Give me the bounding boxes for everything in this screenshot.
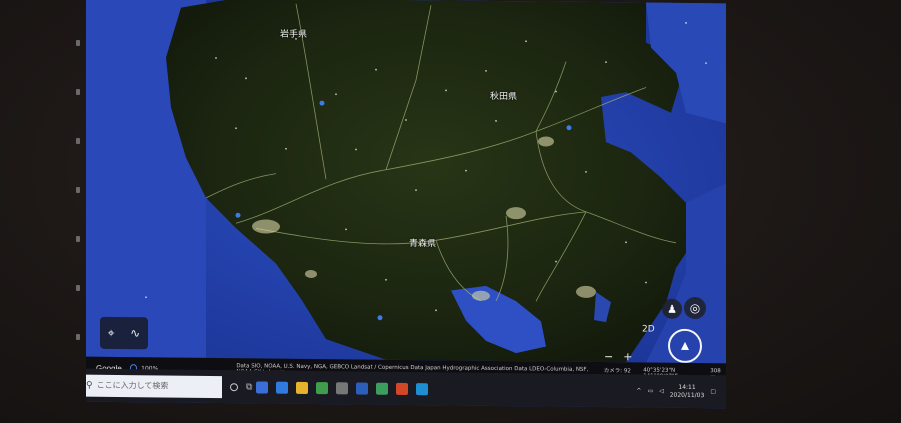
windows-taskbar: ⚲ ここに入力して検索 ⧉ ^ ▭ ◁ 14:11 2020/11/03 ▢ (86, 368, 726, 409)
route-icon[interactable]: ∿ (130, 326, 140, 340)
excel-icon[interactable] (376, 382, 389, 395)
toolbar-share-icon[interactable] (76, 334, 80, 340)
label-akita[interactable]: 秋田県 (490, 92, 517, 102)
toolbar-voyager-icon[interactable] (76, 138, 80, 144)
label-aomori[interactable]: 青森県 (409, 239, 436, 249)
projected-screen: 岩手県 秋田県 青森県 ⌖ ∿ ♟ ◎ 2D − + Google 100% D… (86, 0, 726, 409)
my-location-icon[interactable]: ◎ (684, 296, 706, 320)
system-tray: ^ ▭ ◁ 14:11 2020/11/03 ▢ (636, 384, 716, 399)
pegman-icon[interactable]: ♟ (662, 298, 682, 319)
network-icon[interactable]: ▭ (647, 388, 653, 395)
toolbar-layers-icon[interactable] (76, 285, 80, 291)
search-icon: ⚲ (86, 380, 93, 391)
chrome-icon[interactable] (316, 381, 329, 394)
notification-icon[interactable]: ▢ (710, 388, 716, 395)
earth-side-toolbar (72, 40, 84, 340)
toolbar-search-icon[interactable] (76, 89, 80, 95)
edge-legacy-icon[interactable] (276, 381, 289, 394)
mail-app-icon[interactable] (256, 380, 269, 394)
toolbar-projects-icon[interactable] (76, 236, 80, 242)
clock-date: 2020/11/03 (669, 391, 705, 399)
store-icon[interactable] (336, 381, 349, 394)
location-pin-icon[interactable]: ⌖ (108, 325, 115, 340)
compass-control[interactable] (668, 328, 702, 364)
task-view-icon[interactable]: ⧉ (246, 382, 252, 392)
compass-needle-icon (681, 341, 689, 350)
view-mode-toggle[interactable]: 2D (642, 324, 655, 334)
powerpoint-icon[interactable] (396, 382, 409, 395)
word-icon[interactable] (356, 381, 369, 395)
taskbar-search-input[interactable]: ⚲ ここに入力して検索 (86, 374, 222, 398)
file-explorer-icon[interactable] (296, 381, 309, 394)
label-iwate[interactable]: 岩手県 (280, 30, 307, 40)
toolbar-dice-icon[interactable] (76, 187, 80, 193)
edge-icon[interactable] (416, 382, 429, 395)
map-terrain (86, 0, 726, 364)
cortana-icon[interactable] (230, 382, 238, 391)
taskbar-clock[interactable]: 14:11 2020/11/03 (670, 384, 705, 399)
search-placeholder: ここに入力して検索 (96, 380, 169, 391)
toolbar-menu-icon[interactable] (76, 40, 80, 46)
layer-toolbar: ⌖ ∿ (100, 316, 148, 350)
volume-icon[interactable]: ◁ (659, 388, 664, 395)
tray-chevron-icon[interactable]: ^ (636, 387, 641, 394)
pinned-apps (256, 380, 429, 395)
satellite-map[interactable]: 岩手県 秋田県 青森県 (86, 0, 726, 364)
